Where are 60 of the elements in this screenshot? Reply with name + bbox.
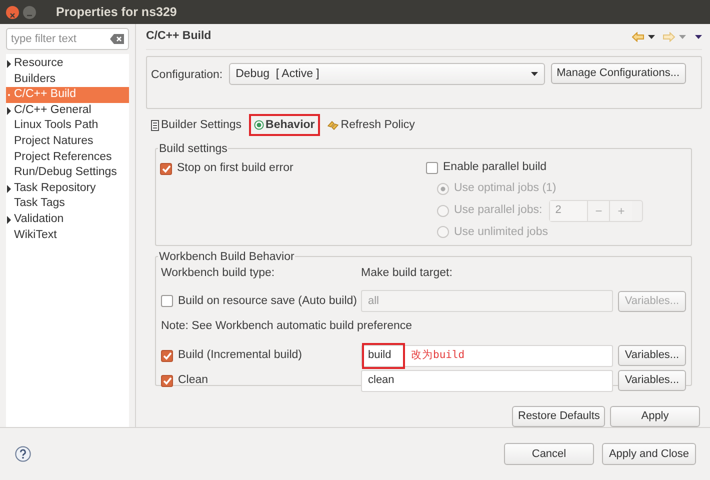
manage-configurations-button[interactable]: Manage Configurations... (550, 63, 686, 84)
close-icon[interactable] (6, 6, 19, 18)
menu-icon[interactable] (695, 34, 702, 39)
checkbox[interactable] (161, 374, 173, 386)
configuration-label: Configuration: (151, 68, 223, 84)
radio-icon (254, 120, 264, 130)
filter-field[interactable]: type filter text (6, 28, 129, 50)
list-icon (151, 120, 159, 131)
radio-button[interactable] (437, 226, 449, 238)
field-label: Make build target: (361, 266, 452, 281)
tree-item[interactable]: Validation (6, 212, 129, 228)
checkbox[interactable] (161, 295, 173, 308)
apply-and-close-button[interactable]: Apply and Close (602, 443, 696, 465)
target-value: all (367, 294, 380, 309)
restore-defaults-button[interactable]: Restore Defaults (512, 406, 605, 427)
tree-item[interactable]: C/C++ General (6, 102, 129, 118)
help-icon[interactable] (15, 446, 31, 462)
window-title: Properties for ns329 (56, 4, 177, 21)
radio-button[interactable] (437, 182, 449, 195)
annotation-text: 改为build (411, 348, 465, 363)
tree-item[interactable]: Task Tags (6, 196, 129, 212)
tree-item[interactable]: Linux Tools Path (6, 118, 129, 134)
tree-item[interactable]: WikiText (6, 228, 129, 244)
checkbox-label: Stop on first build error (177, 161, 294, 176)
variables-button[interactable]: Variables... (618, 345, 686, 366)
radio-button[interactable] (437, 204, 449, 217)
tree-item[interactable]: Project References (6, 150, 129, 166)
tree-item[interactable]: Resource (6, 56, 129, 72)
apply-button[interactable]: Apply (610, 406, 700, 427)
checkbox-label: Build (Incremental build) (178, 348, 302, 363)
tree-item[interactable]: Project Natures (6, 134, 129, 150)
caret-icon (530, 72, 538, 76)
field-label: Workbench build type: (161, 266, 276, 281)
checkbox-label: Clean (178, 372, 208, 388)
variables-button[interactable]: Variables... (618, 370, 686, 391)
radio-label: Use unlimited jobs (454, 224, 548, 240)
checkbox[interactable] (160, 162, 172, 175)
checkbox[interactable] (161, 350, 173, 362)
radio-label: Use optimal jobs (1) (454, 181, 556, 196)
tree-item[interactable]: Builders (6, 72, 129, 88)
target-value: clean (367, 373, 396, 388)
tab[interactable]: Builder Settings (146, 114, 247, 136)
target-field[interactable]: build 改为build (361, 344, 613, 366)
target-field[interactable]: clean (361, 370, 613, 392)
target-value: build (362, 342, 406, 368)
dropdown-icon[interactable] (648, 34, 655, 39)
note-text: Note: See Workbench automatic build preference (161, 319, 414, 334)
checkbox-label: Build on resource save (Auto build) (178, 294, 357, 309)
checkbox[interactable] (426, 162, 438, 174)
cancel-button[interactable]: Cancel (504, 443, 594, 465)
tree-item[interactable]: Run/Debug Settings (6, 165, 129, 181)
checkbox-label: Enable parallel build (443, 160, 547, 176)
radio-label: Use parallel jobs: (454, 202, 542, 218)
refresh-icon (326, 120, 339, 131)
tree-item[interactable]: Task Repository (6, 180, 129, 196)
page-title: C/C++ Build (146, 29, 212, 44)
tab[interactable]: Refresh Policy (322, 114, 420, 136)
configuration-dropdown[interactable]: Debug [ Active ] (228, 63, 545, 86)
tab[interactable]: Behavior (248, 114, 320, 136)
clear-icon[interactable] (110, 34, 124, 44)
